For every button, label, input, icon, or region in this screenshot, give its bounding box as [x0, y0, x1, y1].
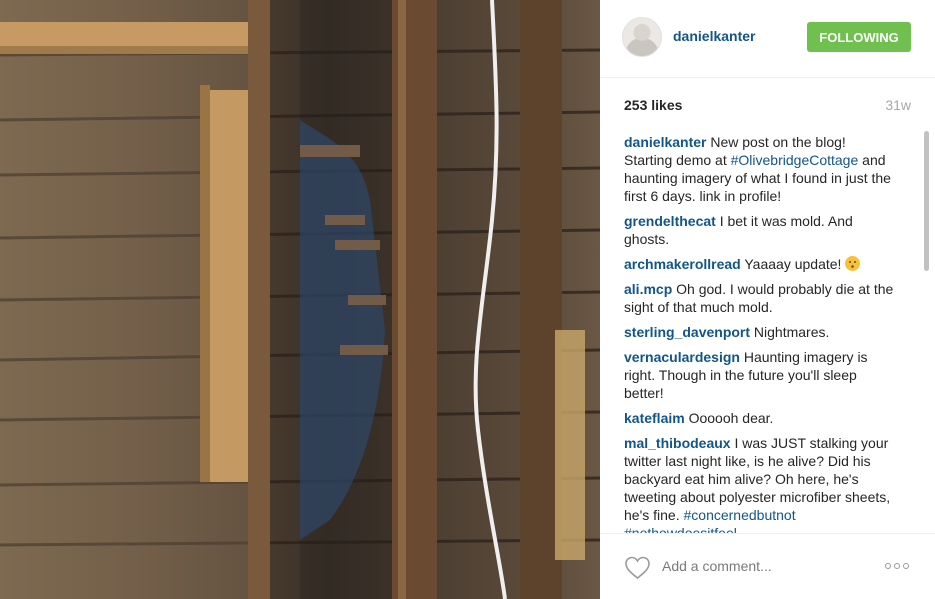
post-author-username[interactable]: danielkanter — [673, 28, 755, 44]
list-item: kateflaim Oooooh dear. — [624, 409, 894, 427]
likes-count[interactable]: 253 likes — [624, 97, 682, 113]
list-item: grendelthecat I bet it was mold. And gho… — [624, 212, 894, 248]
avatar[interactable] — [622, 17, 662, 57]
following-button[interactable]: FOLLOWING — [807, 22, 911, 52]
hashtag-link[interactable]: #concernedbutnot — [684, 507, 796, 523]
list-item: vernaculardesign Haunting imagery is rig… — [624, 348, 894, 402]
comment-text: Nightmares. — [753, 324, 830, 340]
dot — [894, 563, 900, 569]
comment-text: Oooooh dear. — [688, 410, 774, 426]
comment-username[interactable]: sterling_davenport — [624, 324, 750, 340]
post-footer — [600, 533, 935, 599]
list-item: sterling_davenport Nightmares. — [624, 323, 894, 341]
hashtag-link[interactable]: #OlivebridgeCottage — [731, 152, 859, 168]
list-item: mal_thibodeaux I was JUST stalking your … — [624, 434, 894, 534]
dot — [903, 563, 909, 569]
wall-framing-image — [0, 0, 600, 599]
post-sidebar: danielkanter FOLLOWING 253 likes 31w dan… — [600, 0, 935, 599]
comment-username[interactable]: vernaculardesign — [624, 349, 740, 365]
comments-list: danielkanter New post on the blog! Start… — [624, 133, 894, 534]
post-photo[interactable] — [0, 0, 600, 599]
comment-username[interactable]: ali.mcp — [624, 281, 672, 297]
comment-text: Yaaaay update! — [744, 256, 842, 272]
list-item: archmakerollread Yaaaay update! — [624, 255, 894, 273]
heart-icon[interactable] — [624, 556, 651, 580]
comment-username[interactable]: danielkanter — [624, 134, 706, 150]
scrollbar-thumb[interactable] — [924, 131, 929, 271]
comment-username[interactable]: grendelthecat — [624, 213, 716, 229]
list-item: ali.mcp Oh god. I would probably die at … — [624, 280, 894, 316]
comment-username[interactable]: archmakerollread — [624, 256, 741, 272]
comments-scrollbar[interactable] — [923, 131, 930, 533]
caption: danielkanter New post on the blog! Start… — [624, 133, 894, 205]
dot — [885, 563, 891, 569]
add-comment-input[interactable] — [662, 554, 872, 578]
post-header: danielkanter FOLLOWING — [600, 0, 935, 78]
post-age[interactable]: 31w — [885, 97, 911, 113]
kissing-face-emoji-icon — [845, 256, 861, 271]
comment-username[interactable]: kateflaim — [624, 410, 685, 426]
comment-username[interactable]: mal_thibodeaux — [624, 435, 731, 451]
more-options-icon[interactable] — [885, 558, 911, 574]
